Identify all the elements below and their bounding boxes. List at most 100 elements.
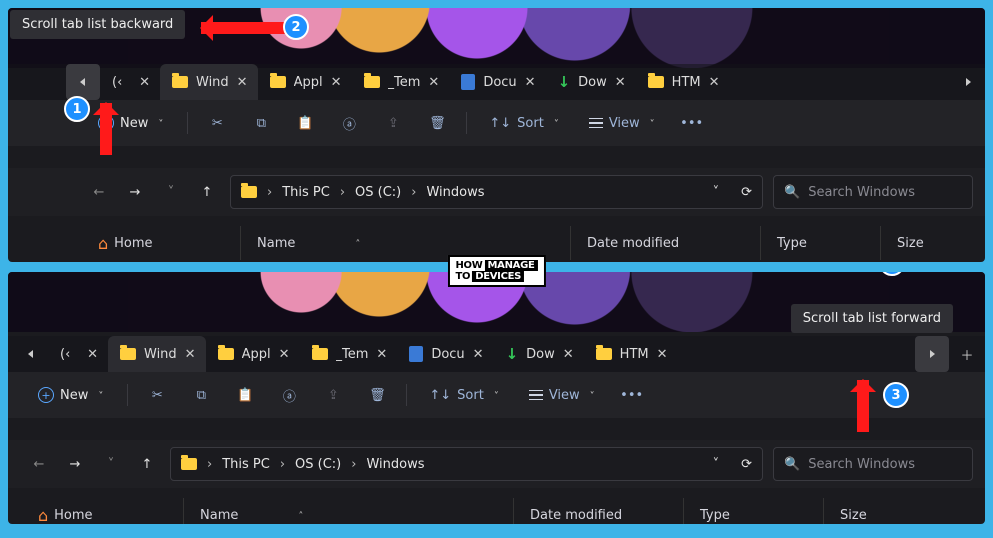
divider	[406, 384, 407, 406]
refresh-button[interactable]: ⟳	[741, 457, 752, 472]
tab-appl[interactable]: Appl ✕	[258, 64, 352, 100]
view-label: View	[609, 116, 640, 131]
command-bar: + New ✂ ⧉ 📋 ⓐ ⇪ 🗑 ↑↓ Sort View •••	[8, 100, 985, 146]
close-icon[interactable]: ✕	[615, 75, 626, 90]
home-icon	[38, 506, 48, 525]
address-bar[interactable]: This PC OS (C:) Windows ˅ ⟳	[230, 175, 763, 209]
share-button[interactable]: ⇪	[378, 108, 408, 138]
search-box[interactable]: 🔍 Search Windows	[773, 447, 973, 481]
close-icon[interactable]: ✕	[331, 75, 342, 90]
delete-button[interactable]: 🗑	[362, 380, 392, 410]
back-button[interactable]: ←	[86, 185, 112, 200]
col-type[interactable]: Type	[760, 226, 880, 260]
close-icon[interactable]: ✕	[709, 75, 720, 90]
col-type-label: Type	[700, 508, 730, 523]
watermark-text: TO	[455, 271, 470, 282]
cut-button[interactable]: ✂	[142, 380, 172, 410]
close-icon[interactable]: ✕	[185, 347, 196, 362]
folder-icon	[181, 458, 197, 470]
view-button[interactable]: View	[581, 108, 663, 138]
col-size[interactable]: Size	[880, 226, 960, 260]
new-tab-button[interactable]: ＋	[949, 336, 985, 372]
tab-htm[interactable]: HTM ✕	[636, 64, 730, 100]
sort-button[interactable]: ↑↓ Sort	[421, 380, 506, 410]
refresh-button[interactable]: ⟳	[741, 185, 752, 200]
recent-button[interactable]: ˅	[98, 457, 124, 472]
more-button[interactable]: •••	[677, 108, 707, 138]
recent-button[interactable]: ˅	[158, 185, 184, 200]
breadcrumb-this-pc[interactable]: This PC	[222, 457, 270, 472]
rename-button[interactable]: ⓐ	[334, 108, 364, 138]
close-icon[interactable]: ✕	[139, 75, 150, 90]
watermark-text: HOW	[455, 260, 482, 271]
up-button[interactable]: ↑	[194, 185, 220, 200]
chevron-down-icon[interactable]: ˅	[713, 457, 720, 472]
tab-label: HTM	[620, 347, 649, 362]
close-icon[interactable]: ✕	[237, 75, 248, 90]
tab-docu[interactable]: Docu ✕	[449, 64, 545, 100]
col-size[interactable]: Size	[823, 498, 943, 526]
tab-appl[interactable]: Appl ✕	[206, 336, 300, 372]
folder-icon	[364, 76, 380, 88]
col-name[interactable]: Name	[183, 498, 513, 526]
share-button[interactable]: ⇪	[318, 380, 348, 410]
tab-label: (‹	[112, 75, 122, 90]
breadcrumb-this-pc[interactable]: This PC	[282, 185, 330, 200]
close-icon[interactable]: ✕	[473, 347, 484, 362]
forward-button[interactable]: →	[62, 457, 88, 472]
col-date[interactable]: Date modified	[570, 226, 760, 260]
tab-tem[interactable]: _Tem ✕	[300, 336, 398, 372]
scroll-tabs-backward-button[interactable]	[14, 336, 48, 372]
tab-dow[interactable]: Dow ✕	[494, 336, 584, 372]
tab-windows[interactable]: Wind ✕	[160, 64, 258, 100]
close-icon[interactable]: ✕	[428, 75, 439, 90]
sidebar-item-home[interactable]: Home	[98, 234, 153, 253]
view-button[interactable]: View	[521, 380, 603, 410]
forward-button[interactable]: →	[122, 185, 148, 200]
breadcrumb-os-c[interactable]: OS (C:)	[295, 457, 341, 472]
col-date-label: Date modified	[587, 236, 679, 251]
tab-htm[interactable]: HTM ✕	[584, 336, 678, 372]
col-type[interactable]: Type	[683, 498, 823, 526]
address-bar[interactable]: This PC OS (C:) Windows ˅ ⟳	[170, 447, 763, 481]
cut-button[interactable]: ✂	[202, 108, 232, 138]
delete-button[interactable]: 🗑	[422, 108, 452, 138]
tab-bar: (‹ ✕ Wind ✕ Appl ✕ _Tem ✕ Docu ✕ Dow ✕	[8, 64, 985, 100]
partial-tab[interactable]: (‹ ✕	[48, 336, 108, 372]
tooltip-scroll-backward: Scroll tab list backward	[10, 10, 185, 39]
tab-windows[interactable]: Wind ✕	[108, 336, 206, 372]
view-label: View	[549, 388, 580, 403]
col-date[interactable]: Date modified	[513, 498, 683, 526]
tab-tem[interactable]: _Tem ✕	[352, 64, 450, 100]
breadcrumb-sep-icon	[265, 185, 274, 200]
back-button[interactable]: ←	[26, 457, 52, 472]
chevron-down-icon[interactable]: ˅	[713, 185, 720, 200]
close-icon[interactable]: ✕	[376, 347, 387, 362]
tab-label: Appl	[294, 75, 323, 90]
up-button[interactable]: ↑	[134, 457, 160, 472]
tab-dow[interactable]: Dow ✕	[546, 64, 636, 100]
close-icon[interactable]: ✕	[563, 347, 574, 362]
new-button[interactable]: + New	[28, 382, 113, 408]
search-box[interactable]: 🔍 Search Windows	[773, 175, 973, 209]
copy-button[interactable]: ⧉	[246, 108, 276, 138]
sort-button[interactable]: ↑↓ Sort	[481, 108, 566, 138]
more-button[interactable]: •••	[617, 380, 647, 410]
breadcrumb-sep-icon	[349, 457, 358, 472]
breadcrumb-windows[interactable]: Windows	[426, 185, 484, 200]
search-placeholder: Search Windows	[808, 185, 915, 200]
scroll-tabs-forward-button[interactable]	[951, 64, 985, 100]
copy-button[interactable]: ⧉	[186, 380, 216, 410]
tab-bar: (‹ ✕ Wind ✕ Appl ✕ _Tem ✕ Docu ✕ Dow ✕	[8, 336, 985, 372]
sidebar-item-home[interactable]: Home	[38, 506, 93, 525]
breadcrumb-windows[interactable]: Windows	[366, 457, 424, 472]
rename-button[interactable]: ⓐ	[274, 380, 304, 410]
search-icon: 🔍	[784, 185, 800, 200]
close-icon[interactable]: ✕	[657, 347, 668, 362]
breadcrumb-os-c[interactable]: OS (C:)	[355, 185, 401, 200]
tab-docu[interactable]: Docu ✕	[397, 336, 493, 372]
close-icon[interactable]: ✕	[279, 347, 290, 362]
scroll-tabs-forward-button[interactable]	[915, 336, 949, 372]
close-icon[interactable]: ✕	[525, 75, 536, 90]
close-icon[interactable]: ✕	[87, 347, 98, 362]
